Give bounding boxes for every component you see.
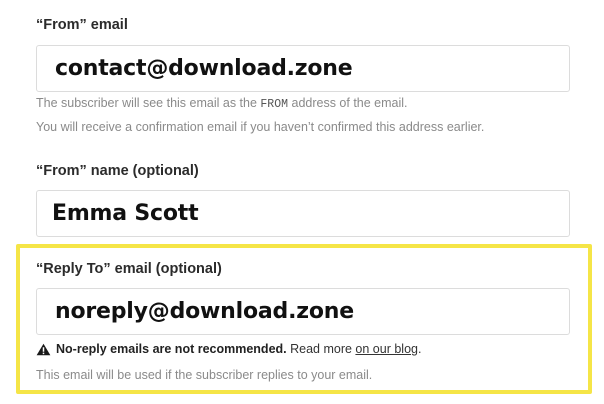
from-email-hint-post: address of the email. (288, 96, 408, 110)
reply-to-value: noreply@download.zone (55, 299, 354, 324)
blog-link[interactable]: on our blog (355, 342, 418, 356)
from-name-label: “From” name (optional) (36, 163, 199, 179)
from-email-hint-pre: The subscriber will see this email as th… (36, 96, 261, 110)
warning-strong-text: No-reply emails are not recommended. (56, 342, 287, 356)
reply-to-hint: This email will be used if the subscribe… (36, 368, 373, 382)
from-name-input[interactable]: Emma Scott (36, 190, 570, 237)
no-reply-warning: No-reply emails are not recommended. Rea… (36, 342, 421, 356)
confirmation-hint: You will receive a confirmation email if… (36, 120, 485, 134)
from-code-label: FROM (260, 98, 289, 111)
warning-end: . (417, 342, 422, 356)
reply-to-input[interactable]: noreply@download.zone (36, 288, 570, 335)
from-email-hint: The subscriber will see this email as th… (36, 96, 408, 111)
from-name-value: Emma Scott (52, 201, 199, 226)
from-email-label: “From” email (36, 17, 128, 33)
warning-text: Read more (286, 342, 356, 356)
from-email-value: contact@download.zone (55, 56, 353, 81)
from-email-input[interactable]: contact@download.zone (36, 45, 570, 92)
reply-to-label: “Reply To” email (optional) (36, 261, 222, 277)
warning-icon (36, 343, 51, 355)
